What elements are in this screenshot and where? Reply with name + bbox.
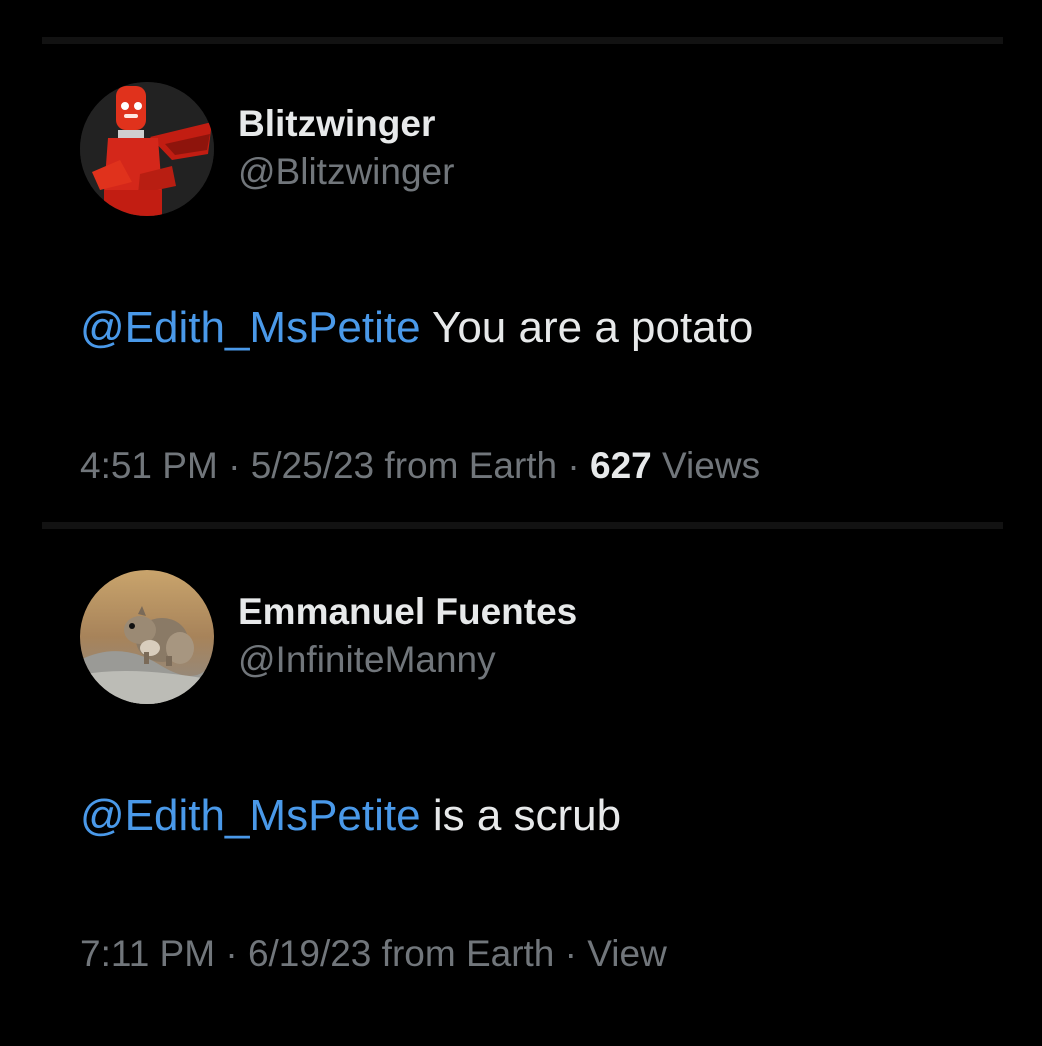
user-handle[interactable]: @InfiniteManny — [238, 636, 577, 684]
meta-separator: · — [564, 933, 577, 974]
tweet-date-source[interactable]: 6/19/23 from Earth — [248, 933, 554, 974]
middle-divider — [42, 522, 1003, 529]
meta-separator: · — [228, 445, 241, 486]
tweet-text: @Edith_MsPetite is a scrub — [80, 788, 621, 844]
tweet-time[interactable]: 7:11 PM — [80, 933, 215, 974]
tweet-2[interactable]: Emmanuel Fuentes @InfiniteManny @Edith_M… — [80, 570, 1010, 990]
display-name[interactable]: Blitzwinger — [238, 100, 454, 148]
tweet-body: You are a potato — [420, 303, 754, 352]
tweet-time[interactable]: 4:51 PM — [80, 445, 218, 486]
red-robot-avatar-icon[interactable] — [80, 82, 214, 216]
top-divider — [42, 37, 1003, 44]
views-label[interactable]: Views — [652, 445, 760, 486]
tweet-meta: 7:11 PM · 6/19/23 from Earth · View — [80, 930, 667, 978]
views-count[interactable]: 627 — [590, 445, 652, 486]
mention-link[interactable]: @Edith_MsPetite — [80, 791, 421, 840]
mention-link[interactable]: @Edith_MsPetite — [80, 303, 421, 352]
tweet-1[interactable]: Blitzwinger @Blitzwinger @Edith_MsPetite… — [80, 82, 1010, 502]
display-name[interactable]: Emmanuel Fuentes — [238, 588, 577, 636]
meta-separator: · — [567, 445, 580, 486]
squirrel-photo-avatar-icon[interactable] — [80, 570, 214, 704]
tweet-meta: 4:51 PM · 5/25/23 from Earth · 627 Views — [80, 442, 760, 490]
tweet-text: @Edith_MsPetite You are a potato — [80, 300, 753, 356]
tweet-date-source[interactable]: 5/25/23 from Earth — [251, 445, 557, 486]
user-handle[interactable]: @Blitzwinger — [238, 148, 454, 196]
meta-separator: · — [225, 933, 238, 974]
tweet-body: is a scrub — [420, 791, 622, 840]
views-label[interactable]: View — [587, 933, 667, 974]
